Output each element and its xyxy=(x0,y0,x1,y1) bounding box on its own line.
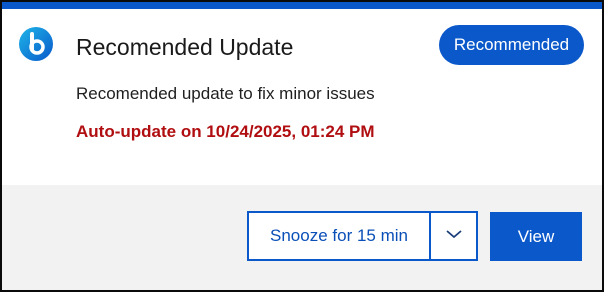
update-notification-card: Recomended Update Recommended Recomended… xyxy=(0,0,604,292)
snooze-split-button: Snooze for 15 min xyxy=(247,211,478,261)
snooze-dropdown-button[interactable] xyxy=(431,213,476,259)
notification-title: Recomended Update xyxy=(76,34,294,60)
top-accent-bar xyxy=(2,2,602,9)
notification-header: Recomended Update Recommended Recomended… xyxy=(2,9,602,185)
recommended-badge: Recommended xyxy=(439,25,584,65)
notification-footer: Snooze for 15 min View xyxy=(2,185,602,290)
chevron-down-icon xyxy=(445,227,463,245)
snooze-button[interactable]: Snooze for 15 min xyxy=(249,213,429,259)
auto-update-time: Auto-update on 10/24/2025, 01:24 PM xyxy=(76,122,375,141)
view-button[interactable]: View xyxy=(490,212,582,261)
app-logo-icon xyxy=(18,26,54,62)
notification-description: Recomended update to fix minor issues xyxy=(76,84,375,103)
